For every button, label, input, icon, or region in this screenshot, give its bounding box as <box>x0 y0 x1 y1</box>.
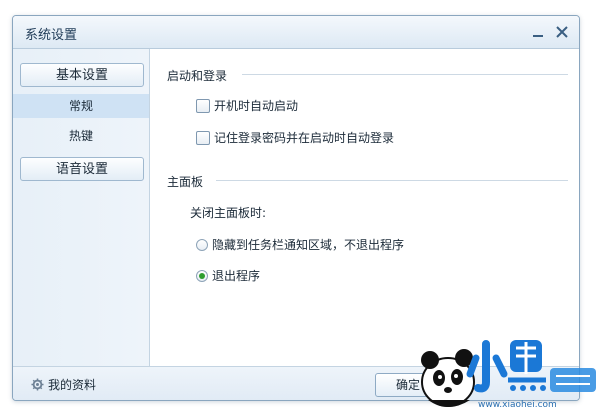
sidebar: 基本设置 常规 热键 语音设置 <box>13 49 150 367</box>
sidebar-item-label: 热键 <box>68 129 93 143</box>
checkbox-auto-start[interactable]: 开机时自动启动 <box>196 97 298 114</box>
sidebar-group-label: 基本设置 <box>55 68 108 83</box>
radio-label: 隐藏到任务栏通知区域，不退出程序 <box>212 238 405 252</box>
my-profile-label: 我的资料 <box>48 378 97 392</box>
minimize-icon <box>533 35 543 37</box>
radio-hide-to-tray[interactable]: 隐藏到任务栏通知区域，不退出程序 <box>196 236 404 253</box>
section-divider <box>242 74 568 75</box>
panda-mascot-icon <box>421 349 475 407</box>
radio-label: 退出程序 <box>212 269 261 283</box>
sidebar-group-basic-settings[interactable]: 基本设置 <box>20 63 144 87</box>
checkbox-label: 开机时自动启动 <box>214 99 299 113</box>
sidebar-item-hotkeys[interactable]: 热键 <box>13 124 149 148</box>
title-bar[interactable]: 系统设置 <box>13 16 579 49</box>
checkbox-box[interactable] <box>196 130 210 145</box>
checkbox-label: 记住登录密码并在启动时自动登录 <box>214 131 395 145</box>
section-title-startup: 启动和登录 <box>167 69 228 83</box>
section-title-main-panel: 主面板 <box>167 175 204 189</box>
sidebar-item-general[interactable]: 常规 <box>13 94 149 118</box>
close-icon <box>556 26 568 38</box>
checkbox-remember-password[interactable]: 记住登录密码并在启动时自动登录 <box>196 129 394 146</box>
gear-icon <box>31 378 44 391</box>
sidebar-item-label: 常规 <box>68 99 93 113</box>
checkbox-box[interactable] <box>196 98 210 113</box>
minimize-button[interactable] <box>527 21 549 43</box>
watermark-url: www.xiaohei.com <box>478 400 557 410</box>
my-profile-link[interactable]: 我的资料 <box>31 376 96 393</box>
section-divider <box>216 180 568 181</box>
close-button[interactable] <box>551 21 573 43</box>
radio-exit-program[interactable]: 退出程序 <box>196 267 260 284</box>
radio-button[interactable] <box>196 269 208 282</box>
settings-content: 启动和登录 开机时自动启动 记住登录密码并在启动时自动登录 主面板 关闭主面板时… <box>150 49 579 367</box>
radio-button[interactable] <box>196 238 208 251</box>
sidebar-group-voice-settings[interactable]: 语音设置 <box>20 157 144 181</box>
xiaohei-logo-text <box>466 340 596 393</box>
window-title: 系统设置 <box>25 28 78 43</box>
close-behavior-prompt: 关闭主面板时: <box>190 206 267 220</box>
sidebar-group-label: 语音设置 <box>55 162 108 177</box>
